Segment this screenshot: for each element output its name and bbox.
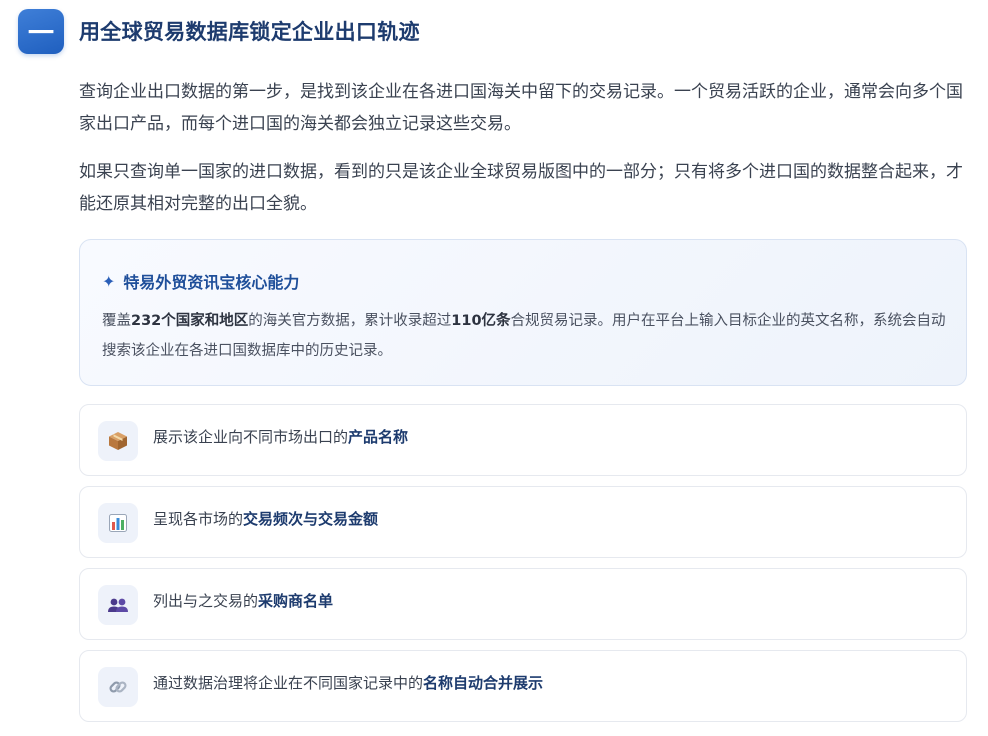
callout-text-1: 覆盖 — [102, 313, 131, 329]
feature-card-name-merge: 通过数据治理将企业在不同国家记录中的名称自动合并展示 — [79, 650, 967, 722]
feature-text-plain: 列出与之交易的 — [153, 592, 259, 610]
feature-text: 列出与之交易的采购商名单 — [153, 590, 333, 611]
feature-card-trade-volume: 呈现各市场的交易频次与交易金额 — [79, 486, 967, 558]
bar-chart-icon — [98, 503, 138, 543]
feature-text-bold: 采购商名单 — [258, 592, 334, 610]
feature-text: 通过数据治理将企业在不同国家记录中的名称自动合并展示 — [153, 672, 543, 693]
feature-card-buyers: 列出与之交易的采购商名单 — [79, 568, 967, 640]
feature-text-bold: 名称自动合并展示 — [423, 674, 544, 692]
section-number-badge: 一 — [18, 9, 64, 54]
callout-heading: ✦ 特易外贸资讯宝核心能力 — [102, 269, 299, 293]
intro-paragraph-1: 查询企业出口数据的第一步，是找到该企业在各进口国海关中留下的交易记录。一个贸易活… — [79, 82, 963, 134]
section-title: 用全球贸易数据库锁定企业出口轨迹 — [79, 20, 420, 44]
callout-text-2: 的海关官方数据，累计收录超过 — [248, 313, 452, 329]
intro-paragraph-2: 如果只查询单一国家的进口数据，看到的只是该企业全球贸易版图中的一部分；只有将多个… — [79, 162, 963, 214]
feature-text-bold: 产品名称 — [348, 428, 409, 446]
feature-text-plain: 展示该企业向不同市场出口的 — [153, 428, 349, 446]
feature-text-plain: 通过数据治理将企业在不同国家记录中的 — [153, 674, 424, 692]
feature-card-products: 展示该企业向不同市场出口的产品名称 — [79, 404, 967, 476]
feature-text-bold: 交易频次与交易金额 — [243, 510, 379, 528]
feature-text: 呈现各市场的交易频次与交易金额 — [153, 508, 378, 529]
core-capability-callout: ✦ 特易外贸资讯宝核心能力 覆盖232个国家和地区的海关官方数据，累计收录超过1… — [79, 239, 967, 386]
feature-text-plain: 呈现各市场的 — [153, 510, 244, 528]
feature-text: 展示该企业向不同市场出口的产品名称 — [153, 426, 408, 447]
callout-title: 特易外贸资讯宝核心能力 — [123, 273, 300, 292]
link-icon — [98, 667, 138, 707]
callout-body: 覆盖232个国家和地区的海关官方数据，累计收录超过110亿条合规贸易记录。用户在… — [102, 306, 952, 366]
sparkle-icon: ✦ — [102, 271, 116, 291]
callout-highlight-countries: 232个国家和地区 — [131, 313, 249, 329]
package-icon — [98, 421, 138, 461]
people-icon — [98, 585, 138, 625]
callout-highlight-records: 110亿条 — [451, 313, 511, 329]
